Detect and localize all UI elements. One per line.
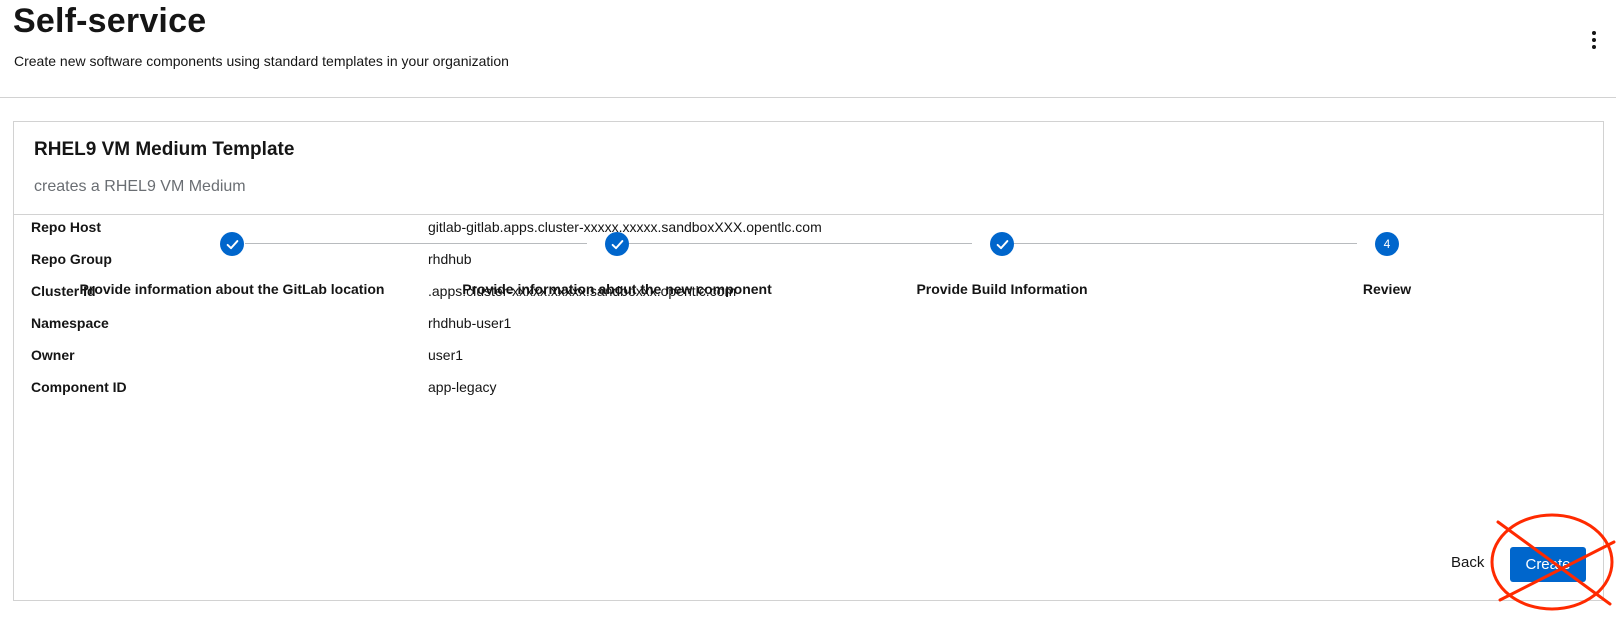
review-row: Component ID app-legacy <box>31 372 931 404</box>
page-title: Self-service <box>13 2 207 40</box>
review-key: Component ID <box>31 379 127 395</box>
review-value: rhdhub-user1 <box>428 315 512 331</box>
review-value: app-legacy <box>428 379 497 395</box>
review-value: rhdhub <box>428 251 472 267</box>
back-button[interactable]: Back <box>1451 554 1484 571</box>
review-value: .apps.cluster-xxxxx.xxxxx.sandboxxx.open… <box>428 283 737 299</box>
template-description: creates a RHEL9 VM Medium <box>34 178 246 195</box>
review-key: Repo Group <box>31 251 112 267</box>
step-4-number: 4 <box>1375 232 1399 256</box>
step-3-check-icon <box>990 232 1014 256</box>
kebab-icon[interactable] <box>1584 28 1604 52</box>
review-key: Owner <box>31 347 75 363</box>
review-row: Repo Host gitlab-gitlab.apps.cluster-xxx… <box>31 212 931 244</box>
page-header: Self-service Create new software compone… <box>0 0 1616 98</box>
template-title: RHEL9 VM Medium Template <box>34 139 295 160</box>
page-subtitle: Create new software components using sta… <box>14 53 509 69</box>
review-row: Repo Group rhdhub <box>31 244 931 276</box>
review-row: Namespace rhdhub-user1 <box>31 308 931 340</box>
review-row: Owner user1 <box>31 340 931 372</box>
step-label-review: Review <box>1362 281 1412 297</box>
review-key: Repo Host <box>31 219 101 235</box>
review-table: Repo Host gitlab-gitlab.apps.cluster-xxx… <box>31 212 931 404</box>
review-value: user1 <box>428 347 464 363</box>
create-button[interactable]: Create <box>1510 547 1586 582</box>
review-key: Cluster Id <box>31 283 96 299</box>
review-row: Cluster Id .apps.cluster-xxxxx.xxxxx.san… <box>31 276 931 308</box>
step-connector <box>1002 243 1357 244</box>
card-header: RHEL9 VM Medium Template creates a RHEL9… <box>14 122 1603 215</box>
review-key: Namespace <box>31 315 109 331</box>
review-value: gitlab-gitlab.apps.cluster-xxxxx.xxxxx.s… <box>428 219 822 235</box>
